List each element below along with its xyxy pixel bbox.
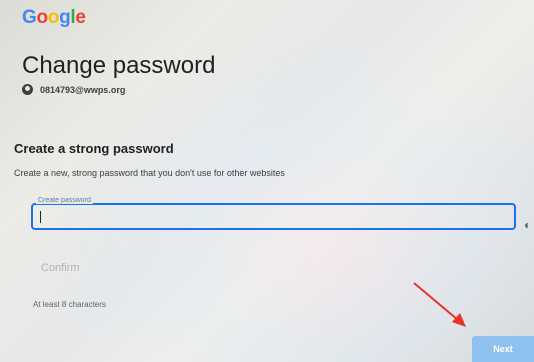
account-chip[interactable]: 0814793@wwps.org — [22, 84, 125, 95]
create-password-label: Create password — [36, 197, 93, 204]
section-description: Create a new, strong password that you d… — [14, 168, 285, 178]
eye-icon[interactable]: ◐ — [524, 219, 531, 231]
account-circle-icon — [22, 84, 33, 95]
page-title: Change password — [22, 52, 216, 79]
text-caret — [40, 211, 41, 223]
next-button[interactable]: Next — [472, 336, 534, 362]
google-logo: Google — [22, 7, 86, 28]
account-email: 0814793@wwps.org — [40, 84, 126, 95]
section-heading: Create a strong password — [14, 141, 174, 156]
password-hint: At least 8 characters — [33, 300, 106, 309]
confirm-password-input[interactable]: Confirm — [41, 262, 80, 274]
create-password-input[interactable] — [31, 203, 516, 230]
